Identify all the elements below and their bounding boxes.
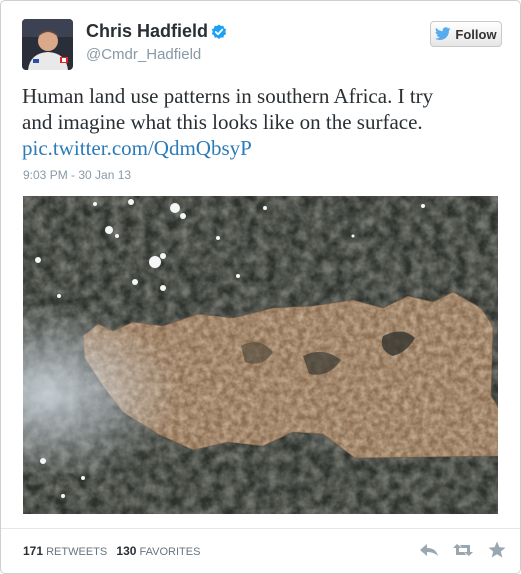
tweet-card: Chris Hadfield @Cmdr_Hadfield Follow Hum…	[0, 0, 521, 574]
footer-divider	[1, 528, 520, 529]
favorites-label[interactable]: FAVORITES	[139, 546, 200, 558]
tweet-pic-link[interactable]: pic.twitter.com/QdmQbsyP	[22, 135, 492, 161]
star-icon[interactable]	[487, 541, 507, 559]
tweet-actions	[419, 541, 507, 559]
tweet-text: Human land use patterns in southern Afri…	[22, 83, 492, 161]
follow-button[interactable]: Follow	[430, 21, 502, 47]
retweet-icon[interactable]	[453, 541, 473, 559]
twitter-bird-icon	[435, 27, 451, 40]
tweet-line-2: and imagine what this looks like on the …	[22, 110, 423, 134]
reply-icon[interactable]	[419, 541, 439, 559]
user-name[interactable]: Chris Hadfield	[86, 21, 208, 42]
tweet-photo[interactable]	[23, 196, 498, 514]
tweet-timestamp[interactable]: 9:03 PM - 30 Jan 13	[23, 168, 131, 182]
retweets-count[interactable]: 171	[23, 544, 43, 558]
tweet-line-1: Human land use patterns in southern Afri…	[22, 84, 434, 108]
satellite-photo	[23, 196, 498, 514]
user-avatar[interactable]	[22, 19, 73, 70]
retweets-label[interactable]: RETWEETS	[46, 546, 107, 558]
favorites-count[interactable]: 130	[116, 544, 136, 558]
astronaut-avatar	[22, 19, 73, 70]
follow-label: Follow	[455, 26, 497, 42]
user-handle[interactable]: @Cmdr_Hadfield	[86, 46, 201, 63]
tweet-stats: 171 RETWEETS 130 FAVORITES	[23, 544, 200, 558]
verified-badge-icon	[211, 24, 227, 39]
